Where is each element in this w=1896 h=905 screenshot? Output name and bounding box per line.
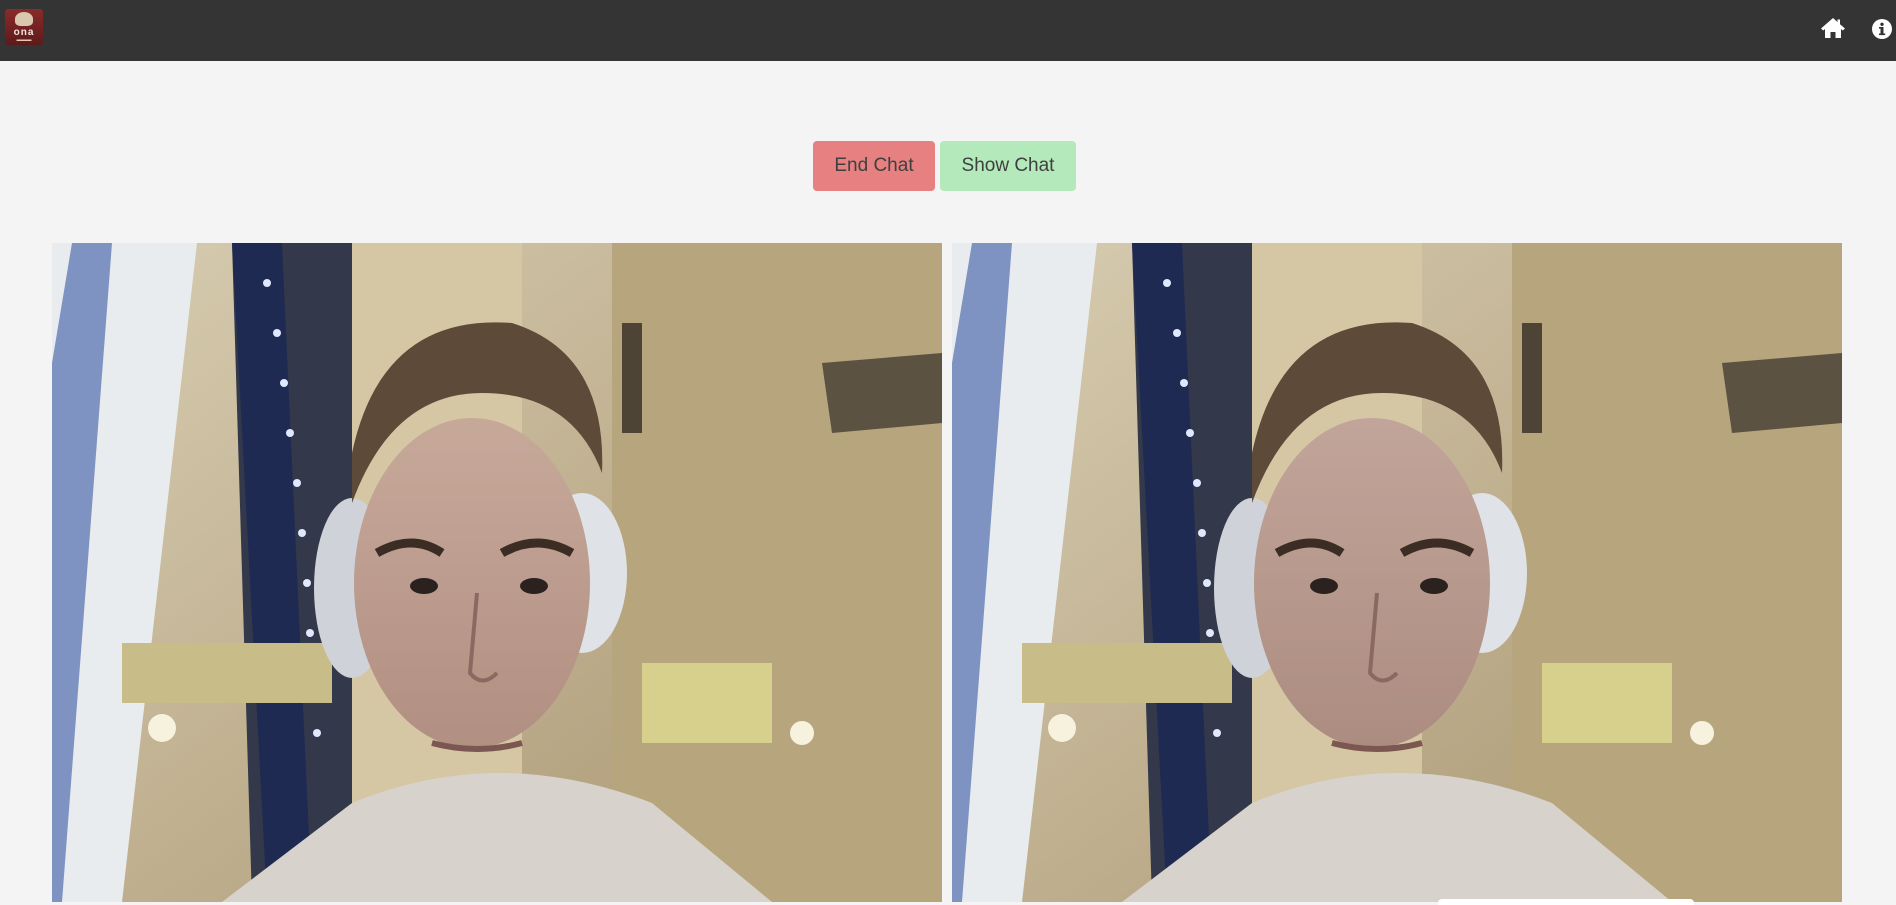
end-chat-button[interactable]: End Chat xyxy=(813,141,935,191)
app-logo[interactable]: ona ▬▬▬ xyxy=(5,9,43,45)
info-icon[interactable] xyxy=(1871,18,1893,40)
video-overlay-tab xyxy=(1438,899,1694,905)
webcam-video xyxy=(952,243,1842,902)
chat-controls: End Chat Show Chat xyxy=(0,141,1896,191)
home-icon[interactable] xyxy=(1820,17,1846,39)
webcam-video xyxy=(52,243,942,902)
logo-icon xyxy=(15,12,33,26)
logo-subtext: ▬▬▬ xyxy=(16,37,32,43)
remote-video xyxy=(952,243,1842,902)
show-chat-button[interactable]: Show Chat xyxy=(940,141,1076,191)
top-navbar: ona ▬▬▬ xyxy=(0,0,1896,61)
local-video xyxy=(52,243,942,902)
